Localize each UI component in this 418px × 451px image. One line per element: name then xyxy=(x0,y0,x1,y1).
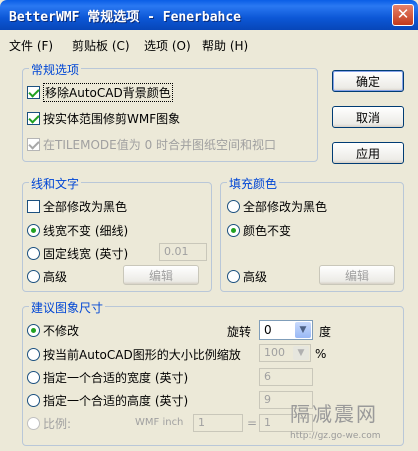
close-icon: ✕ xyxy=(396,5,410,23)
site-watermark: 隔减震网 xyxy=(290,402,378,426)
ratio-left-input[interactable]: 1 xyxy=(193,414,243,432)
general-options-title: 常规选项 xyxy=(29,61,82,78)
menu-bar: 文件 (F) 剪贴板 (C) 选项 (O) 帮助 (H) xyxy=(0,30,418,56)
lines-edit-button[interactable]: 编辑 xyxy=(123,265,199,285)
height-label: 指定一个合适的高度 (英寸) xyxy=(43,393,189,408)
checkbox-box xyxy=(27,199,40,213)
equals-sign: = xyxy=(247,416,258,430)
merge-paperspace-label: 在TILEMODE值为 0 时合并图纸空间和视口 xyxy=(43,137,277,152)
radio-circle xyxy=(27,347,40,361)
cancel-button[interactable]: 取消 xyxy=(332,106,404,128)
radio-circle xyxy=(227,223,240,237)
radio-circle xyxy=(227,269,240,283)
ratio-radio[interactable]: 比例: xyxy=(27,414,71,432)
chevron-down-icon: ▼ xyxy=(295,322,311,338)
radio-circle xyxy=(27,323,40,337)
lines-text-group: 线和文字 全部修改为黑色 线宽不变 (细线) 固定线宽 (英寸) 0.01 高级… xyxy=(22,175,212,292)
general-options-group: 常规选项 移除AutoCAD背景颜色 按实体范围修剪WMF图象 在TILEMOD… xyxy=(22,61,318,162)
fill-all-black-radio[interactable]: 全部修改为黑色 xyxy=(227,197,327,215)
title-bar: BetterWMF 常规选项 - Fenerbahce ✕ xyxy=(0,0,418,30)
width-unchanged-radio[interactable]: 线宽不变 (细线) xyxy=(27,221,128,239)
fixed-width-label: 固定线宽 (英寸) xyxy=(43,246,129,261)
checkbox-box xyxy=(27,111,40,125)
chevron-down-icon: ▼ xyxy=(293,346,309,360)
width-unchanged-label: 线宽不变 (细线) xyxy=(43,223,129,238)
wmf-inch-label: WMF inch xyxy=(135,417,184,428)
percent-label: % xyxy=(315,347,327,361)
radio-circle xyxy=(227,199,240,213)
scale-select[interactable]: 100 ▼ xyxy=(259,344,311,362)
trim-extents-label: 按实体范围修剪WMF图象 xyxy=(43,111,181,126)
fill-advanced-label: 高级 xyxy=(243,269,268,284)
no-change-label: 不修改 xyxy=(43,323,80,338)
degree-label: 度 xyxy=(319,325,332,339)
lines-text-title: 线和文字 xyxy=(29,175,82,192)
menu-clipboard[interactable]: 剪贴板 (C) xyxy=(72,37,130,54)
scale-radio[interactable]: 按当前AutoCAD图形的大小比例缩放 xyxy=(27,345,241,363)
rotate-select[interactable]: 0 ▼ xyxy=(259,320,313,340)
rotate-value: 0 xyxy=(264,323,272,337)
width-radio[interactable]: 指定一个合适的宽度 (英寸) xyxy=(27,368,188,386)
radio-circle xyxy=(27,269,40,283)
fill-edit-button[interactable]: 编辑 xyxy=(319,265,395,285)
ratio-label: 比例: xyxy=(43,416,72,431)
fill-all-black-label: 全部修改为黑色 xyxy=(243,199,328,214)
width-input[interactable]: 6 xyxy=(259,368,313,386)
trim-extents-checkbox[interactable]: 按实体范围修剪WMF图象 xyxy=(27,109,180,127)
scale-value: 100 xyxy=(264,346,285,359)
color-unchanged-label: 颜色不变 xyxy=(243,223,292,238)
image-size-title: 建议图象尺寸 xyxy=(29,299,106,316)
checkbox-box xyxy=(27,137,40,151)
merge-paperspace-checkbox[interactable]: 在TILEMODE值为 0 时合并图纸空间和视口 xyxy=(27,135,276,153)
height-radio[interactable]: 指定一个合适的高度 (英寸) xyxy=(27,391,188,409)
remove-background-label: 移除AutoCAD背景颜色 xyxy=(43,82,173,102)
scale-label: 按当前AutoCAD图形的大小比例缩放 xyxy=(43,347,241,362)
color-unchanged-radio[interactable]: 颜色不变 xyxy=(227,221,291,239)
apply-button[interactable]: 应用 xyxy=(332,142,404,164)
close-button[interactable]: ✕ xyxy=(392,4,414,26)
fixed-width-radio[interactable]: 固定线宽 (英寸) xyxy=(27,244,128,262)
radio-circle xyxy=(27,393,40,407)
site-watermark-url: http://gz.go-we.com xyxy=(290,431,381,441)
window-title: BetterWMF 常规选项 - Fenerbahce xyxy=(9,10,242,25)
radio-circle xyxy=(27,223,40,237)
lines-all-black-checkbox[interactable]: 全部修改为黑色 xyxy=(27,197,127,215)
menu-options[interactable]: 选项 (O) xyxy=(144,37,191,54)
fill-color-title: 填充颜色 xyxy=(227,175,280,192)
lines-advanced-radio[interactable]: 高级 xyxy=(27,267,67,285)
remove-background-checkbox[interactable]: 移除AutoCAD背景颜色 xyxy=(27,82,173,102)
no-change-radio[interactable]: 不修改 xyxy=(27,321,79,339)
rotate-label: 旋转 xyxy=(227,325,252,339)
fixed-width-input[interactable]: 0.01 xyxy=(159,243,207,261)
fill-color-group: 填充颜色 全部修改为黑色 颜色不变 高级 编辑 xyxy=(220,175,404,292)
radio-circle xyxy=(27,370,40,384)
menu-help[interactable]: 帮助 (H) xyxy=(202,37,248,54)
checkbox-box xyxy=(27,85,40,99)
menu-file[interactable]: 文件 (F) xyxy=(9,37,53,54)
ok-button[interactable]: 确定 xyxy=(332,70,404,92)
radio-circle xyxy=(27,246,40,260)
width-label: 指定一个合适的宽度 (英寸) xyxy=(43,370,189,385)
lines-all-black-label: 全部修改为黑色 xyxy=(43,199,128,214)
lines-advanced-label: 高级 xyxy=(43,269,68,284)
fill-advanced-radio[interactable]: 高级 xyxy=(227,267,267,285)
radio-circle xyxy=(27,416,40,430)
